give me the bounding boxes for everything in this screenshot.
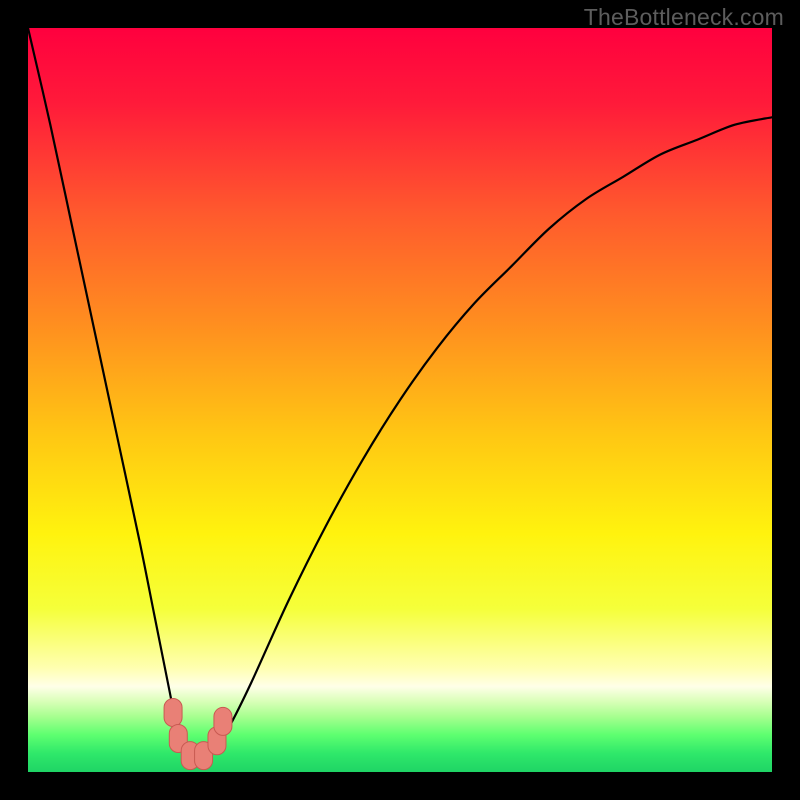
bottleneck-curve [28, 28, 772, 758]
marker-left-upper [164, 698, 182, 726]
outer-frame: TheBottleneck.com [0, 0, 800, 800]
watermark-text: TheBottleneck.com [584, 4, 784, 31]
plot-area [28, 28, 772, 772]
markers-group [164, 698, 232, 769]
marker-right-upper [214, 707, 232, 735]
curve-layer [28, 28, 772, 772]
